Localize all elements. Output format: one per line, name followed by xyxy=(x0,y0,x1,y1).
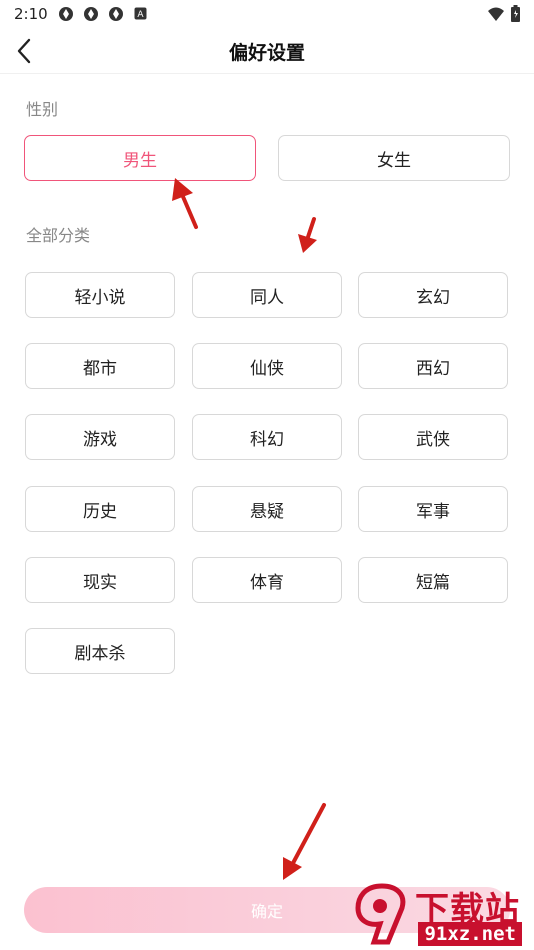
wifi-icon xyxy=(488,7,504,21)
category-chip[interactable]: 体育 xyxy=(192,557,342,603)
category-chip[interactable]: 同人 xyxy=(192,272,342,318)
status-time: 2:10 xyxy=(14,5,48,23)
app-notification-icon xyxy=(109,7,123,21)
category-chip[interactable]: 都市 xyxy=(25,343,175,389)
category-chip[interactable]: 短篇 xyxy=(358,557,508,603)
category-chip[interactable]: 悬疑 xyxy=(192,486,342,532)
gender-option-male[interactable]: 男生 xyxy=(24,135,256,181)
gender-option-female[interactable]: 女生 xyxy=(278,135,510,181)
gender-section-label: 性别 xyxy=(26,100,59,119)
category-chip[interactable]: 现实 xyxy=(25,557,175,603)
svg-text:A: A xyxy=(137,10,144,20)
annotation-arrow-icon xyxy=(298,217,317,253)
category-chip[interactable]: 玄幻 xyxy=(358,272,508,318)
category-chip[interactable]: 游戏 xyxy=(25,414,175,460)
category-chip[interactable]: 仙侠 xyxy=(192,343,342,389)
categories-section-label: 全部分类 xyxy=(26,226,91,245)
category-chip[interactable]: 西幻 xyxy=(358,343,508,389)
watermark-logo-icon xyxy=(355,883,406,945)
annotation-arrow-icon xyxy=(172,178,198,229)
app-notification-icon xyxy=(84,7,98,21)
category-chip[interactable]: 轻小说 xyxy=(25,272,175,318)
category-chip[interactable]: 历史 xyxy=(25,486,175,532)
annotation-arrow-icon xyxy=(283,803,326,880)
watermark-logo: 下载站 91xz.net xyxy=(350,880,530,948)
top-navigation-bar: 偏好设置 xyxy=(0,28,534,74)
category-chip[interactable]: 武侠 xyxy=(358,414,508,460)
app-notification-icon xyxy=(59,7,73,21)
page-title: 偏好设置 xyxy=(228,42,305,64)
a-badge-icon: A xyxy=(134,7,147,20)
status-bar: 2:10 A xyxy=(0,0,534,28)
category-chip[interactable]: 军事 xyxy=(358,486,508,532)
category-chip[interactable]: 科幻 xyxy=(192,414,342,460)
battery-icon xyxy=(511,5,520,22)
category-chip[interactable]: 剧本杀 xyxy=(25,628,175,674)
watermark-domain: 91xz.net xyxy=(418,922,522,946)
